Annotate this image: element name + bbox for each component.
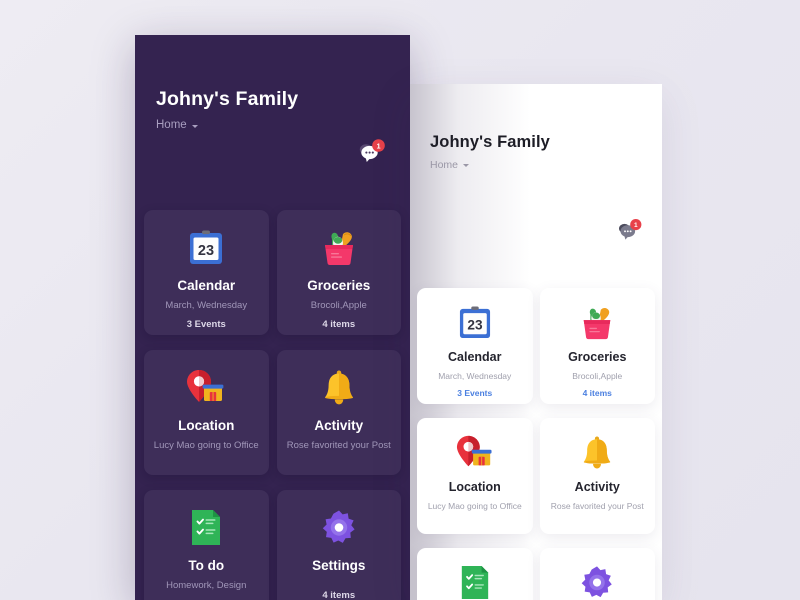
dark-theme-panel: Johny's Family Home 1 23 Calendar March,…	[135, 35, 410, 600]
light-card-grid: 23 Calendar March, Wednesday 3 Events Gr…	[410, 288, 662, 600]
card-subtitle: Brocoli,Apple	[572, 370, 623, 381]
card-settings[interactable]: Settings 4 items	[539, 548, 655, 600]
card-activity[interactable]: Activity Rose favorited your Post	[276, 350, 401, 475]
card-title: Calendar	[177, 278, 236, 293]
card-settings[interactable]: Settings 4 items	[276, 490, 401, 600]
card-subtitle: Rose favorited your Post	[286, 439, 391, 451]
map-pin-icon	[185, 366, 227, 410]
card-subtitle: March, Wednesday	[165, 299, 248, 311]
card-title: Groceries	[568, 350, 627, 364]
card-todo[interactable]: To do Homework, Design 4 items	[144, 490, 269, 600]
card-title: To do	[188, 558, 225, 573]
svg-text:23: 23	[198, 243, 214, 259]
card-badge: 4 items	[582, 388, 612, 398]
grocery-bag-icon	[578, 303, 616, 343]
card-todo[interactable]: To do Homework, Design 4 items	[417, 548, 533, 600]
page-title: Johny's Family	[430, 133, 550, 151]
card-title: Activity	[314, 418, 364, 433]
card-groceries[interactable]: Groceries Brocoli,Apple 4 items	[276, 210, 401, 335]
card-badge: 3 Events	[457, 388, 493, 398]
card-subtitle: Lucy Mao going to Office	[153, 439, 259, 451]
chevron-down-icon	[463, 164, 470, 168]
card-activity[interactable]: Activity Rose favorited your Post	[539, 418, 655, 534]
card-subtitle: March, Wednesday	[438, 370, 512, 381]
chat-button[interactable]: 1	[614, 218, 644, 245]
chat-button[interactable]: 1	[354, 138, 388, 168]
card-subtitle: Brocoli,Apple	[310, 299, 367, 311]
card-badge: 3 Events	[186, 319, 226, 330]
card-subtitle: Rose favorited your Post	[550, 500, 644, 511]
gear-icon	[579, 563, 615, 600]
card-title: Settings	[312, 558, 366, 573]
calendar-icon: 23	[459, 303, 491, 343]
card-location[interactable]: Location Lucy Mao going to Office	[144, 350, 269, 475]
chevron-down-icon	[191, 124, 198, 128]
checklist-icon	[189, 506, 223, 550]
breadcrumb[interactable]: Home	[430, 158, 662, 171]
chat-bubble-icon: 1	[619, 219, 642, 240]
card-badge: 4 items	[322, 589, 356, 600]
card-title: Location	[178, 418, 235, 433]
checklist-icon	[459, 563, 491, 600]
dark-panel-header: Johny's Family Home	[135, 35, 410, 131]
card-calendar[interactable]: 23 Calendar March, Wednesday 3 Events	[417, 288, 533, 404]
bell-icon	[321, 366, 357, 410]
dark-card-grid: 23 Calendar March, Wednesday 3 Events Gr…	[135, 210, 410, 600]
card-title: Activity	[574, 480, 620, 494]
card-calendar[interactable]: 23 Calendar March, Wednesday 3 Events	[144, 210, 269, 335]
breadcrumb-label: Home	[430, 158, 459, 171]
card-subtitle: Homework, Design	[166, 579, 247, 591]
card-badge: 4 items	[322, 319, 356, 330]
light-theme-panel: Johny's Family Home 1 23 Calendar March,…	[410, 84, 662, 600]
card-groceries[interactable]: Groceries Brocoli,Apple 4 items	[539, 288, 655, 404]
light-panel-header: Johny's Family Home	[410, 84, 662, 170]
card-title: Location	[448, 480, 501, 494]
card-subtitle: Lucy Mao going to Office	[427, 500, 522, 511]
calendar-icon: 23	[189, 226, 223, 270]
bell-icon	[580, 433, 614, 473]
svg-text:1: 1	[376, 141, 380, 150]
card-location[interactable]: Location Lucy Mao going to Office	[417, 418, 533, 534]
card-title: Calendar	[448, 350, 502, 364]
page-title: Johny's Family	[156, 88, 299, 110]
map-pin-icon	[455, 433, 495, 473]
grocery-bag-icon	[319, 226, 359, 270]
chat-bubble-icon: 1	[359, 139, 385, 162]
svg-text:1: 1	[634, 222, 638, 229]
breadcrumb[interactable]: Home	[156, 118, 410, 132]
card-title: Groceries	[307, 278, 371, 293]
svg-text:23: 23	[467, 318, 483, 333]
breadcrumb-label: Home	[156, 118, 187, 131]
gear-icon	[320, 506, 358, 550]
